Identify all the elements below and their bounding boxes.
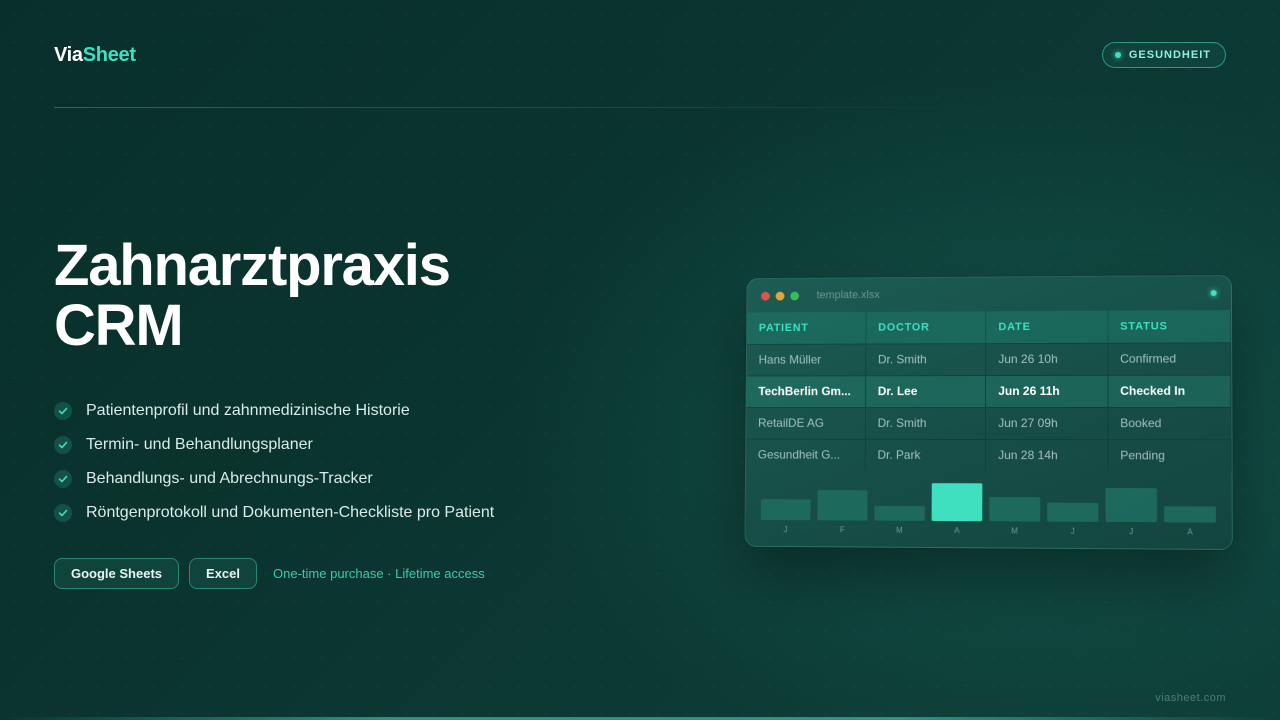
file-name: template.xlsx (816, 289, 880, 302)
chart-tick-label-7: A (1187, 527, 1193, 536)
minimize-dot-icon (775, 291, 785, 301)
preview-table: PATIENT DOCTOR DATE STATUS Hans Müller D… (746, 310, 1232, 472)
cell-status: Confirmed (1107, 342, 1231, 375)
chart-tick-label-4: M (1011, 526, 1018, 535)
chart-bar-4 (989, 497, 1041, 522)
chart-tick-label-5: J (1071, 527, 1075, 536)
column-header-doctor: DOCTOR (865, 311, 986, 344)
monthly-bar-chart: JFMAMJJA (757, 470, 1219, 545)
action-row: Google Sheets Excel One-time purchase · … (54, 558, 485, 589)
header-divider (54, 107, 984, 108)
excel-button[interactable]: Excel (189, 558, 258, 589)
cell-date: Jun 28 14h (985, 439, 1108, 472)
cell-doctor: Dr. Smith (865, 343, 986, 376)
feature-item: Patientenprofil und zahnmedizinische His… (54, 394, 494, 428)
cell-doctor: Dr. Park (865, 438, 986, 472)
badge-label: GESUNDHEIT (1128, 49, 1211, 61)
feature-item: Behandlungs- und Abrechnungs-Tracker (54, 462, 494, 496)
live-status-dot-icon (1210, 290, 1217, 297)
chart-tick-label-3: A (954, 526, 960, 535)
chart-tick-label-2: M (896, 526, 903, 535)
brand-logo[interactable]: ViaSheet (54, 44, 136, 67)
check-icon (54, 436, 72, 454)
feature-text: Röntgenprotokoll und Dokumenten-Checklis… (86, 504, 495, 521)
spreadsheet-preview: template.xlsx PATIENT DOCTOR DATE STATUS… (744, 274, 1233, 551)
cell-doctor: Dr. Lee (865, 375, 986, 408)
cell-patient: Gesundheit G... (746, 438, 866, 471)
chart-bar-2 (874, 505, 925, 521)
google-sheets-button[interactable]: Google Sheets (54, 558, 180, 589)
table-row: Hans Müller Dr. Smith Jun 26 10h Confirm… (746, 342, 1231, 376)
title-line-2: CRM (54, 293, 184, 358)
feature-text: Termin- und Behandlungsplaner (86, 436, 313, 453)
title-line-1: Zahnarztpraxis (54, 233, 451, 298)
cell-date: Jun 26 11h (985, 374, 1108, 408)
chart-bar-0 (760, 499, 811, 521)
cell-patient: Hans Müller (746, 343, 866, 376)
chart-bar-7 (1164, 506, 1216, 523)
chart-tick-label-6: J (1129, 527, 1133, 536)
column-header-patient: PATIENT (747, 311, 866, 344)
cell-date: Jun 26 10h (985, 342, 1108, 376)
chart-bar-6 (1105, 487, 1157, 523)
purchase-note: One-time purchase · Lifetime access (273, 566, 485, 581)
brand-part-sheet: Sheet (82, 44, 136, 66)
chart-tick-label-1: F (840, 525, 845, 534)
maximize-dot-icon (790, 291, 800, 300)
feature-list: Patientenprofil und zahnmedizinische His… (54, 394, 494, 530)
feature-text: Behandlungs- und Abrechnungs-Tracker (86, 470, 373, 487)
close-dot-icon (761, 291, 770, 301)
table-row-highlighted: TechBerlin Gm... Dr. Lee Jun 26 11h Chec… (746, 374, 1231, 408)
cell-doctor: Dr. Smith (865, 407, 986, 440)
cell-patient: RetailDE AG (746, 407, 866, 439)
cell-date: Jun 27 09h (985, 406, 1108, 440)
window-titlebar: template.xlsx (747, 276, 1231, 313)
cell-patient: TechBerlin Gm... (746, 375, 866, 408)
footer-url[interactable]: viasheet.com (1155, 692, 1226, 704)
cell-status: Checked In (1107, 374, 1231, 407)
cell-status: Pending (1107, 439, 1232, 472)
chart-bar-5 (1047, 502, 1099, 522)
page-title: Zahnarztpraxis CRM (54, 233, 451, 358)
chart-bar-3 (931, 483, 983, 522)
check-icon (54, 402, 72, 420)
badge-dot-icon (1114, 52, 1121, 58)
check-icon (54, 470, 72, 488)
chart-tick-label-0: J (784, 525, 788, 534)
feature-text: Patientenprofil und zahnmedizinische His… (86, 402, 410, 419)
feature-item: Termin- und Behandlungsplaner (54, 428, 494, 462)
table-row: Gesundheit G... Dr. Park Jun 28 14h Pend… (746, 438, 1232, 472)
brand-part-via: Via (54, 44, 83, 66)
chart-bar-1 (817, 490, 868, 521)
column-header-date: DATE (985, 310, 1108, 344)
bar-chart-svg: JFMAMJJA (760, 483, 1216, 537)
table-header-row: PATIENT DOCTOR DATE STATUS (747, 310, 1231, 344)
feature-item: Röntgenprotokoll und Dokumenten-Checklis… (54, 496, 494, 530)
category-badge: GESUNDHEIT (1101, 42, 1226, 68)
cell-status: Booked (1107, 406, 1231, 440)
column-header-status: STATUS (1107, 310, 1231, 343)
check-icon (54, 504, 72, 522)
table-row: RetailDE AG Dr. Smith Jun 27 09h Booked (746, 406, 1231, 440)
